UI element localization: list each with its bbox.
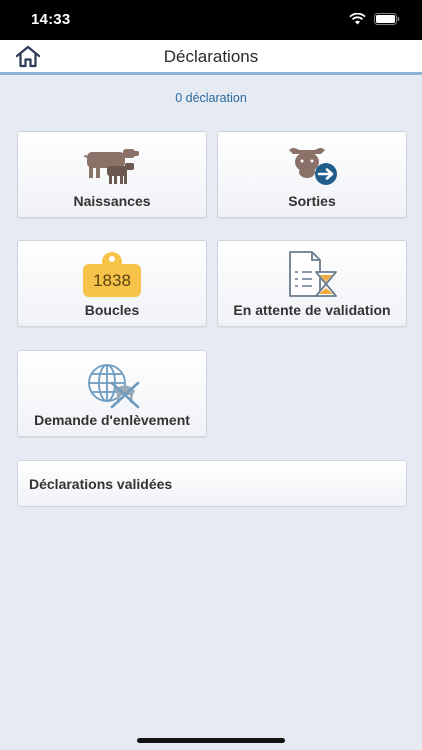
cow-calf-icon: [18, 142, 206, 190]
exits-tile[interactable]: Sorties: [217, 131, 407, 218]
ear-tag-icon: 1838: [18, 249, 206, 301]
ear-tags-label: Boucles: [84, 302, 140, 318]
collection-request-tile[interactable]: Demande d'enlèvement: [17, 350, 207, 437]
page-title: Déclarations: [163, 47, 259, 66]
pending-validation-label: En attente de validation: [233, 302, 391, 318]
exits-label: Sorties: [288, 193, 336, 209]
births-tile[interactable]: Naissances: [17, 131, 207, 218]
globe-cancel-icon: [18, 359, 206, 411]
status-bar: 14:33: [0, 0, 422, 40]
pending-document-icon: [218, 249, 406, 301]
validated-declarations-button[interactable]: Déclarations validées: [17, 460, 407, 507]
wifi-icon: [349, 13, 366, 25]
status-icons: [349, 13, 400, 25]
pending-validation-tile[interactable]: En attente de validation: [217, 240, 407, 327]
ear-tags-tile[interactable]: 1838 Boucles: [17, 240, 207, 327]
cow-exit-icon: [218, 142, 406, 190]
births-label: Naissances: [73, 193, 151, 209]
status-time: 14:33: [31, 11, 71, 28]
battery-icon: [374, 13, 400, 25]
collection-request-label: Demande d'enlèvement: [34, 412, 190, 428]
ear-tag-number: 1838: [93, 271, 131, 290]
nav-bar: Déclarations: [0, 40, 422, 75]
validated-declarations-label: Déclarations validées: [29, 476, 173, 492]
declaration-count: 0 déclaration: [175, 91, 247, 105]
home-indicator: [137, 738, 285, 743]
